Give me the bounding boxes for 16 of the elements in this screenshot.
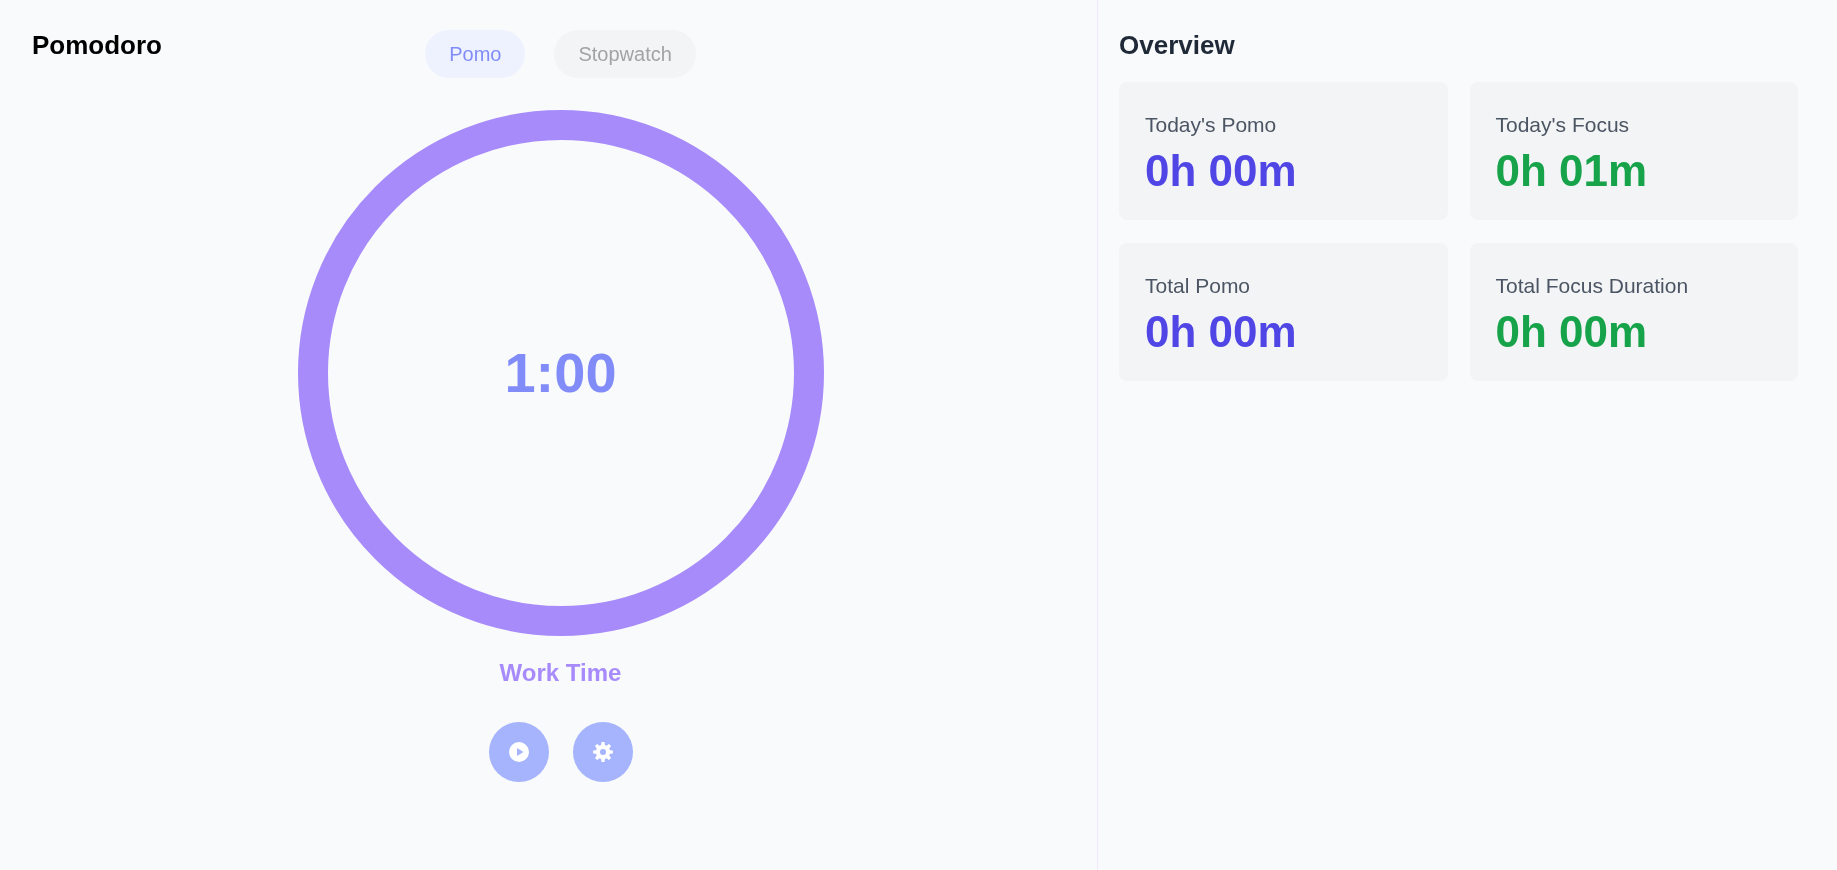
stat-label: Total Focus Duration (1495, 273, 1690, 299)
phase-label: Work Time (499, 658, 622, 688)
stat-value: 0h 00m (1495, 307, 1649, 357)
timer-readout: 1:00 (504, 341, 617, 405)
mode-tab[interactable]: Pomo (425, 30, 526, 78)
settings-icon (592, 742, 613, 762)
overview-title: Overview (1119, 30, 1236, 60)
mode-tab[interactable]: Stopwatch (554, 30, 696, 78)
play-icon (508, 742, 529, 762)
app-title: Pomodoro (32, 30, 162, 60)
stat-value: 0h 00m (1145, 307, 1298, 357)
stat-value: 0h 00m (1145, 146, 1298, 196)
stat-value: 0h 01m (1495, 146, 1649, 196)
stat-label: Today's Focus (1495, 112, 1631, 138)
stat-label: Today's Pomo (1145, 112, 1278, 138)
stat-label: Total Pomo (1145, 273, 1252, 299)
